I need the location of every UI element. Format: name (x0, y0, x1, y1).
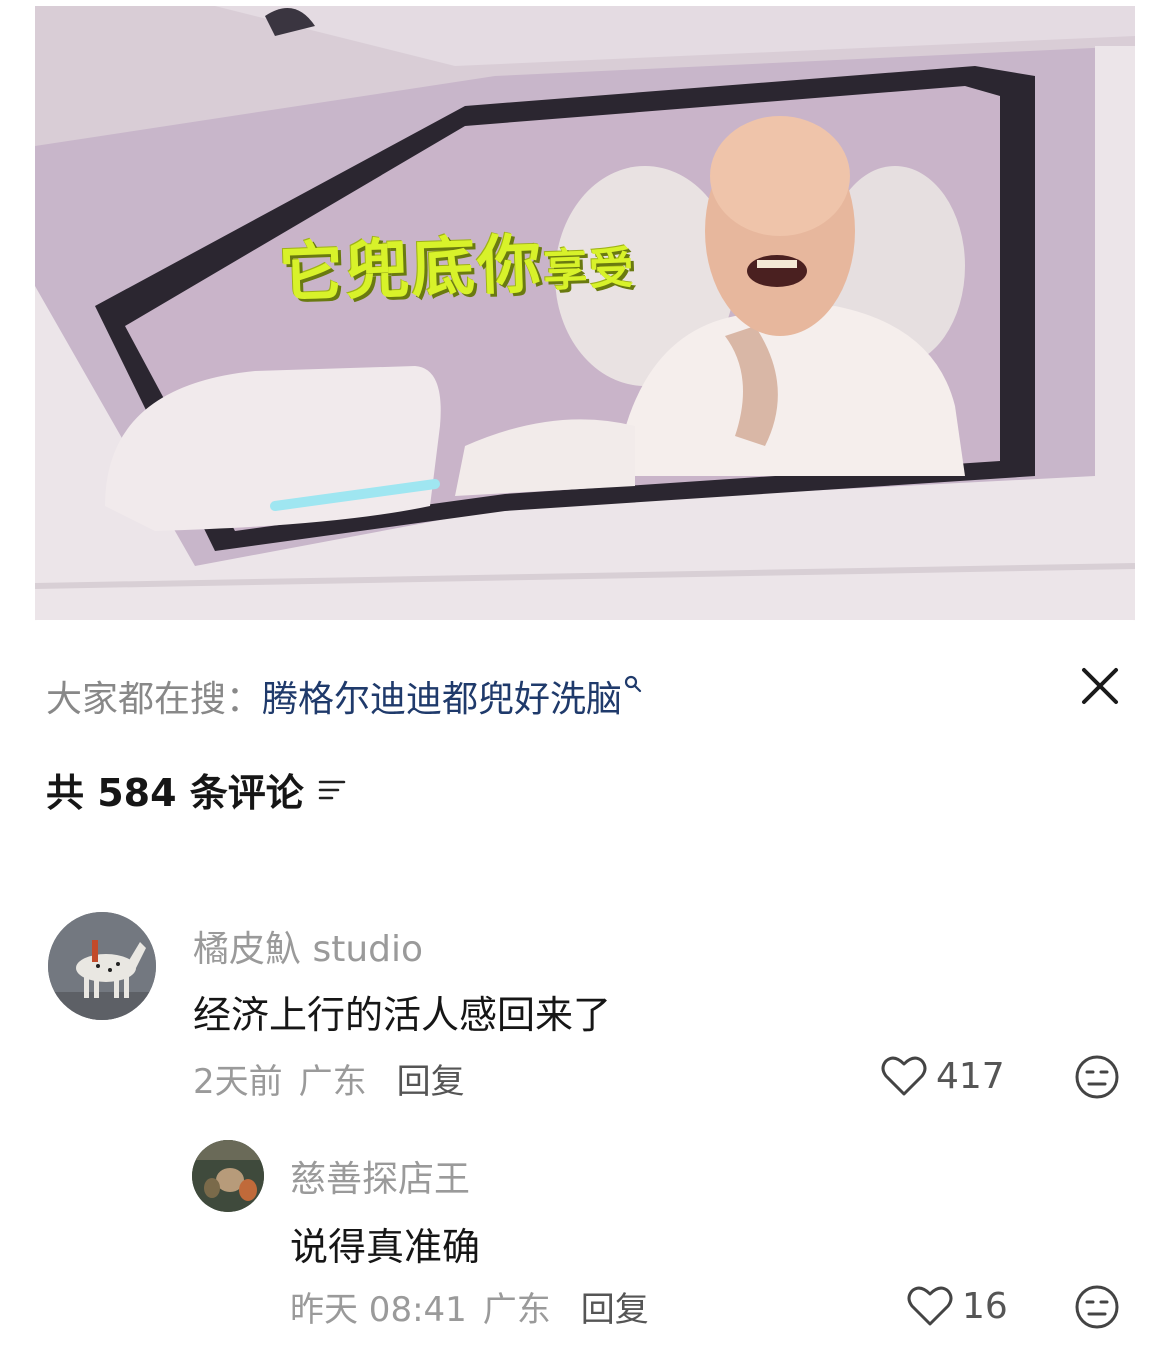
reply-location: 广东 (482, 1290, 551, 1330)
like-count: 16 (962, 1285, 1008, 1327)
search-icon (624, 674, 642, 699)
reply-meta: 昨天 08:41 广东 回复 (290, 1282, 649, 1331)
video-scene (35, 6, 1135, 646)
close-icon (1082, 668, 1118, 704)
close-button[interactable] (1078, 664, 1122, 708)
comment-count-header: 共 584 条评论 (46, 762, 346, 817)
comment-meta: 2天前 广东 回复 (193, 1054, 465, 1103)
reply-button[interactable]: 回复 (397, 1054, 465, 1103)
comment-item: 橘皮魞 studio 经济上行的活人感回来了 2天前 广东 回复 417 (0, 910, 1170, 1110)
sort-icon[interactable] (318, 778, 346, 802)
avatar[interactable] (192, 1140, 264, 1212)
like-button[interactable]: 16 (906, 1284, 1008, 1328)
reply-username[interactable]: 慈善探店王 (290, 1150, 470, 1202)
avatar-image (48, 912, 156, 1020)
heart-icon (907, 1286, 953, 1326)
reply-time: 昨天 08:41 (290, 1290, 467, 1330)
reply-item: 慈善探店王 说得真准确 昨天 08:41 广东 回复 16 (0, 1140, 1170, 1340)
heart-icon (881, 1056, 927, 1096)
comment-time: 2天前 (193, 1062, 283, 1102)
trending-search-prefix: 大家都在搜： (46, 679, 263, 720)
avatar[interactable] (48, 912, 156, 1020)
comment-sheet: 大家都在搜： 腾格尔迪迪都兜好洗脑 共 584 条评论 橘皮魞 studio 经… (0, 620, 1170, 1353)
trending-search[interactable]: 大家都在搜： 腾格尔迪迪都兜好洗脑 (46, 670, 642, 722)
caption-main: 它兜底你 (278, 228, 545, 312)
comment-count: 共 584 条评论 (46, 771, 304, 815)
avatar-image (192, 1140, 264, 1212)
like-button[interactable]: 417 (880, 1054, 1005, 1098)
caption-small: 享受 (542, 242, 637, 297)
video-player[interactable]: 它兜底你享受 (0, 0, 1170, 660)
comment-location: 广东 (298, 1062, 367, 1102)
reply-button[interactable]: 回复 (581, 1282, 649, 1331)
dislike-face-icon[interactable] (1074, 1054, 1120, 1100)
like-count: 417 (936, 1055, 1005, 1097)
comment-content: 经济上行的活人感回来了 (193, 993, 612, 1037)
comment-username[interactable]: 橘皮魞 studio (193, 920, 423, 972)
dislike-face-icon[interactable] (1074, 1284, 1120, 1330)
trending-search-term[interactable]: 腾格尔迪迪都兜好洗脑 (262, 670, 622, 722)
video-frame[interactable]: 它兜底你享受 (35, 6, 1135, 646)
video-caption: 它兜底你享受 (278, 210, 637, 314)
reply-content: 说得真准确 (290, 1225, 481, 1269)
